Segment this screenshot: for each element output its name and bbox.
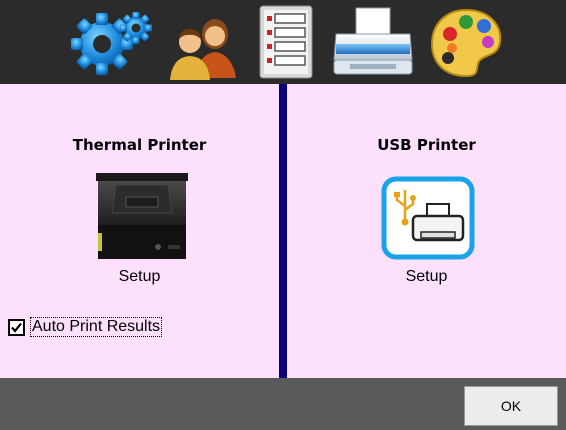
gear-icon[interactable] [66,4,152,80]
ok-button[interactable]: OK [464,386,558,426]
auto-print-results-checkbox[interactable]: Auto Print Results [8,317,163,337]
list-icon[interactable] [256,4,316,80]
thermal-printer-title: Thermal Printer [72,136,207,154]
usb-printer-panel: USB Printer Setup [287,84,566,378]
printer-icon[interactable] [330,4,416,80]
checkmark-icon [11,322,22,333]
auto-print-results-label: Auto Print Results [30,317,163,337]
usb-setup-label[interactable]: Setup [287,268,566,286]
thermal-printer-panel: Thermal Printer Setup Auto Print Results [0,84,279,378]
users-icon[interactable] [166,4,240,80]
thermal-setup-label[interactable]: Setup [0,268,279,286]
thermal-printer-icon[interactable] [96,173,188,259]
checkbox[interactable] [8,318,25,336]
usb-printer-title: USB Printer [377,136,476,154]
usb-printer-icon[interactable] [381,176,475,260]
footer-bar: OK [0,378,566,430]
panel-divider [279,84,287,378]
toolbar [0,0,566,84]
palette-icon[interactable] [428,4,504,80]
